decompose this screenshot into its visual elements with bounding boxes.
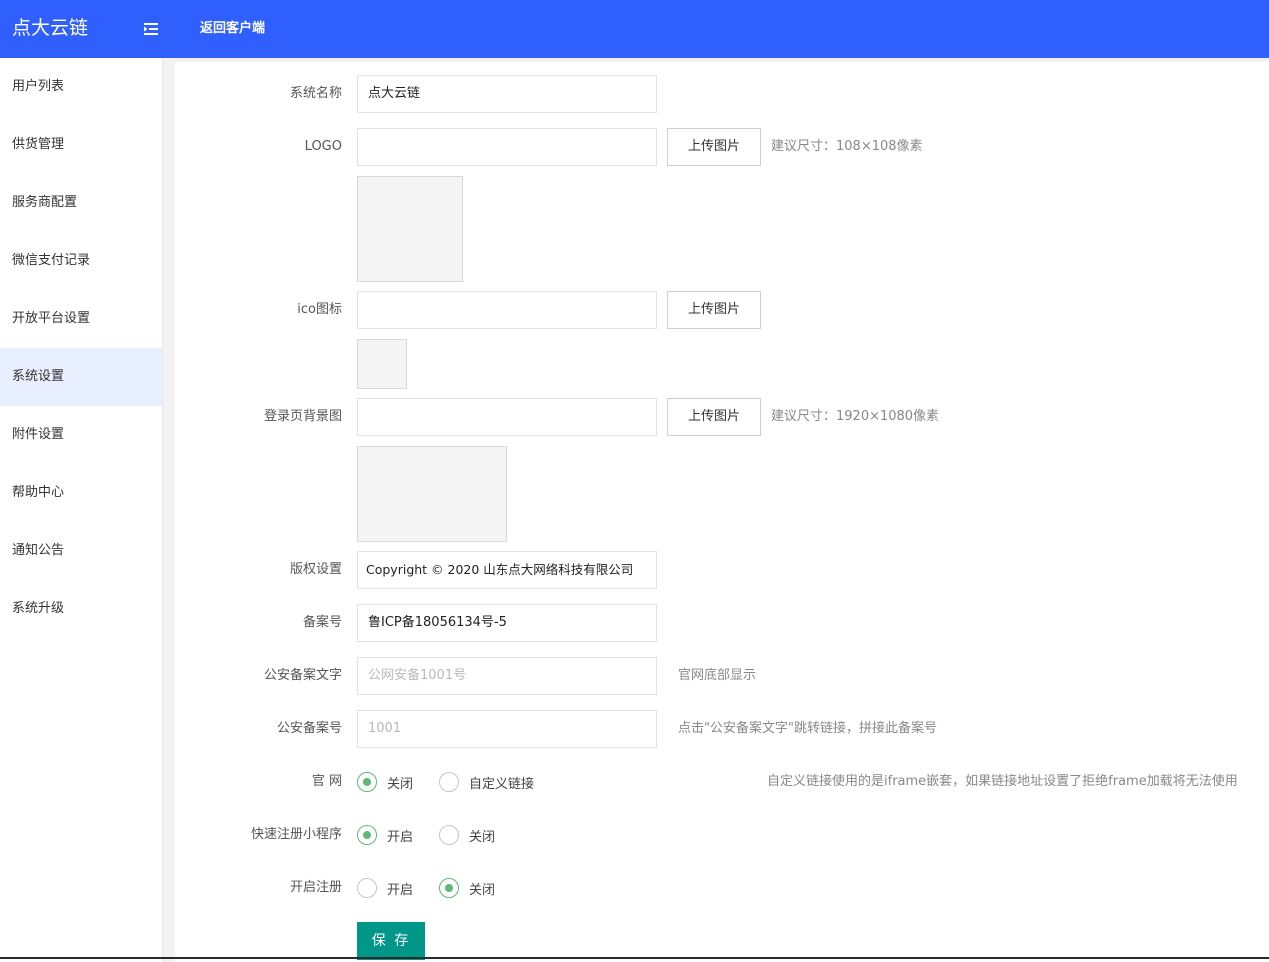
quick-register-label: 快速注册小程序 [250,827,342,842]
sidebar-item-wechat-pay-records[interactable]: 微信支付记录 [0,232,162,290]
website-radio-custom[interactable]: 自定义链接 [439,763,534,801]
radio-unchecked-icon [439,825,459,845]
ico-label: ico图标 [297,302,342,317]
system-name-input[interactable]: 点大云链 [357,75,657,113]
window-bottom-edge [0,957,1269,959]
police-no-input[interactable]: 1001 [357,710,657,748]
quick-register-radio-off[interactable]: 关闭 [439,816,495,854]
police-text-label: 公安备案文字 [263,668,342,683]
sidebar-item-attachment-settings[interactable]: 附件设置 [0,406,162,464]
sidebar-item-user-list[interactable]: 用户列表 [0,58,162,116]
radio-checked-icon [357,772,377,792]
police-no-label: 公安备案号 [276,721,342,736]
sidebar-item-system-upgrade[interactable]: 系统升级 [0,580,162,638]
radio-label: 自定义链接 [469,776,535,792]
radio-checked-icon [357,825,377,845]
radio-label: 关闭 [469,882,496,898]
icp-input[interactable]: 鲁ICP备18056134号-5 [357,604,657,642]
sidebar: 用户列表 供货管理 服务商配置 微信支付记录 开放平台设置 系统设置 附件设置 … [0,58,163,962]
logo-input[interactable] [357,128,657,166]
open-register-radio-on[interactable]: 开启 [357,869,413,907]
login-bg-input[interactable] [357,398,657,436]
login-bg-label: 登录页背景图 [263,409,342,424]
back-to-client-link[interactable]: 返回客户端 [200,19,265,39]
radio-label: 关闭 [469,829,496,845]
police-text-input[interactable]: 公网安备1001号 [357,657,657,695]
radio-label: 关闭 [387,776,414,792]
sidebar-item-provider-config[interactable]: 服务商配置 [0,174,162,232]
top-bar: 点大云链 返回客户端 [0,0,1269,58]
logo-size-hint: 建议尺寸：108×108像素 [771,139,923,154]
logo-upload-button[interactable]: 上传图片 [667,128,761,166]
login-bg-preview [357,446,507,542]
radio-unchecked-icon [357,878,377,898]
ico-input[interactable] [357,291,657,329]
login-bg-size-hint: 建议尺寸：1920×1080像素 [771,409,940,424]
ico-upload-button[interactable]: 上传图片 [667,291,761,329]
open-register-label: 开启注册 [289,880,342,895]
brand-title: 点大云链 [12,17,89,39]
sidebar-item-help-center[interactable]: 帮助中心 [0,464,162,522]
radio-label: 开启 [387,882,414,898]
login-bg-upload-button[interactable]: 上传图片 [667,398,761,436]
website-label: 官 网 [311,774,342,789]
sidebar-item-system-settings[interactable]: 系统设置 [0,348,162,406]
radio-unchecked-icon [439,772,459,792]
radio-label: 开启 [387,829,414,845]
sidebar-item-notices[interactable]: 通知公告 [0,522,162,580]
police-no-hint: 点击"公安备案文字"跳转链接，拼接此备案号 [678,721,937,736]
open-register-radio-off[interactable]: 关闭 [439,869,495,907]
logo-preview [357,176,463,282]
menu-toggle-icon[interactable] [142,20,162,38]
copyright-label: 版权设置 [289,562,342,577]
website-iframe-hint: 自定义链接使用的是iframe嵌套，如果链接地址设置了拒绝frame加载将无法使… [767,774,1238,789]
sidebar-item-open-platform[interactable]: 开放平台设置 [0,290,162,348]
sidebar-item-supply[interactable]: 供货管理 [0,116,162,174]
system-name-label: 系统名称 [289,86,342,101]
website-radio-off[interactable]: 关闭 [357,763,413,801]
radio-checked-icon [439,878,459,898]
content-top-gutter [175,58,1269,62]
quick-register-radio-on[interactable]: 开启 [357,816,413,854]
copyright-input[interactable]: Copyright © 2020 山东点大网络科技有限公司 [357,551,657,589]
icp-label: 备案号 [302,615,342,630]
ico-preview [357,339,407,389]
logo-label: LOGO [304,139,342,154]
police-text-hint: 官网底部显示 [678,668,757,683]
save-button[interactable]: 保 存 [357,922,425,960]
